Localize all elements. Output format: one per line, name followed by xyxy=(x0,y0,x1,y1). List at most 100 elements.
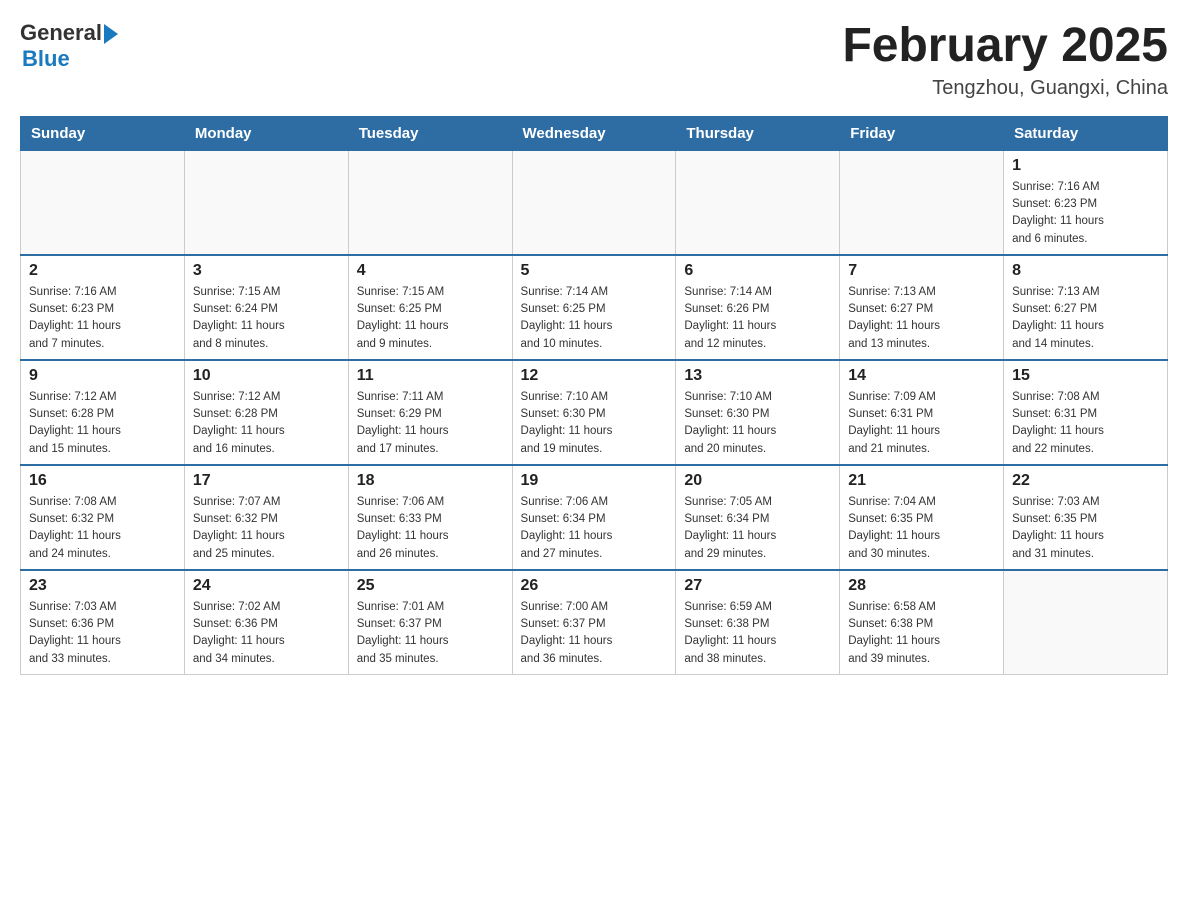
day-number: 3 xyxy=(193,262,340,280)
calendar-day-cell: 18 Sunrise: 7:06 AMSunset: 6:33 PMDayligh… xyxy=(348,465,512,570)
day-number: 20 xyxy=(684,472,831,490)
day-info: Sunrise: 7:16 AMSunset: 6:23 PMDaylight:… xyxy=(29,284,176,353)
calendar-day-cell: 25 Sunrise: 7:01 AMSunset: 6:37 PMDayligh… xyxy=(348,570,512,675)
calendar-day-cell: 28Sunrise: 6:58 AMSunset: 6:38 PMDayligh… xyxy=(840,570,1004,675)
calendar-day-cell: 21 Sunrise: 7:04 AMSunset: 6:35 PMDayligh… xyxy=(840,465,1004,570)
day-info: Sunrise: 7:01 AMSunset: 6:37 PMDaylight:… xyxy=(357,599,504,668)
calendar-week-row: 16Sunrise: 7:08 AMSunset: 6:32 PMDayligh… xyxy=(21,465,1168,570)
calendar-day-cell: 10 Sunrise: 7:12 AMSunset: 6:28 PMDayligh… xyxy=(184,360,348,465)
day-number: 4 xyxy=(357,262,504,280)
day-number: 25 xyxy=(357,577,504,595)
calendar-day-cell: 3 Sunrise: 7:15 AMSunset: 6:24 PMDaylight… xyxy=(184,255,348,360)
day-info: Sunrise: 7:08 AMSunset: 6:31 PMDaylight:… xyxy=(1012,389,1159,458)
logo-general-text: General xyxy=(20,20,102,46)
calendar-day-cell: 24 Sunrise: 7:02 AMSunset: 6:36 PMDayligh… xyxy=(184,570,348,675)
calendar-week-row: 23 Sunrise: 7:03 AMSunset: 6:36 PMDayligh… xyxy=(21,570,1168,675)
day-info: Sunrise: 7:04 AMSunset: 6:35 PMDaylight:… xyxy=(848,494,995,563)
calendar-day-cell xyxy=(1004,570,1168,675)
calendar-day-cell xyxy=(348,150,512,255)
day-info: Sunrise: 7:09 AMSunset: 6:31 PMDaylight:… xyxy=(848,389,995,458)
day-info: Sunrise: 7:13 AMSunset: 6:27 PMDaylight:… xyxy=(848,284,995,353)
day-info: Sunrise: 7:03 AMSunset: 6:36 PMDaylight:… xyxy=(29,599,176,668)
calendar-day-cell: 5 Sunrise: 7:14 AMSunset: 6:25 PMDaylight… xyxy=(512,255,676,360)
calendar-day-cell: 17Sunrise: 7:07 AMSunset: 6:32 PMDayligh… xyxy=(184,465,348,570)
calendar-day-cell: 19 Sunrise: 7:06 AMSunset: 6:34 PMDayligh… xyxy=(512,465,676,570)
calendar-day-cell: 4Sunrise: 7:15 AMSunset: 6:25 PMDaylight… xyxy=(348,255,512,360)
day-number: 7 xyxy=(848,262,995,280)
day-info: Sunrise: 7:14 AMSunset: 6:26 PMDaylight:… xyxy=(684,284,831,353)
weekday-header-sunday: Sunday xyxy=(21,116,185,150)
calendar-day-cell: 1 Sunrise: 7:16 AMSunset: 6:23 PMDaylight… xyxy=(1004,150,1168,255)
weekday-header-friday: Friday xyxy=(840,116,1004,150)
calendar-day-cell: 20 Sunrise: 7:05 AMSunset: 6:34 PMDayligh… xyxy=(676,465,840,570)
page-subtitle: Tengzhou, Guangxi, China xyxy=(842,77,1168,100)
calendar-day-cell: 13 Sunrise: 7:10 AMSunset: 6:30 PMDayligh… xyxy=(676,360,840,465)
day-info: Sunrise: 7:12 AMSunset: 6:28 PMDaylight:… xyxy=(193,389,340,458)
day-number: 9 xyxy=(29,367,176,385)
weekday-header-thursday: Thursday xyxy=(676,116,840,150)
day-info: Sunrise: 7:00 AMSunset: 6:37 PMDaylight:… xyxy=(521,599,668,668)
day-info: Sunrise: 7:10 AMSunset: 6:30 PMDaylight:… xyxy=(684,389,831,458)
calendar-day-cell: 9 Sunrise: 7:12 AMSunset: 6:28 PMDaylight… xyxy=(21,360,185,465)
weekday-header-saturday: Saturday xyxy=(1004,116,1168,150)
day-number: 26 xyxy=(521,577,668,595)
day-number: 10 xyxy=(193,367,340,385)
day-info: Sunrise: 7:14 AMSunset: 6:25 PMDaylight:… xyxy=(521,284,668,353)
day-info: Sunrise: 7:02 AMSunset: 6:36 PMDaylight:… xyxy=(193,599,340,668)
weekday-header-tuesday: Tuesday xyxy=(348,116,512,150)
logo-blue-text: Blue xyxy=(22,46,70,72)
day-info: Sunrise: 7:13 AMSunset: 6:27 PMDaylight:… xyxy=(1012,284,1159,353)
day-info: Sunrise: 7:06 AMSunset: 6:33 PMDaylight:… xyxy=(357,494,504,563)
day-number: 19 xyxy=(521,472,668,490)
day-info: Sunrise: 7:10 AMSunset: 6:30 PMDaylight:… xyxy=(521,389,668,458)
day-number: 6 xyxy=(684,262,831,280)
calendar-day-cell: 27 Sunrise: 6:59 AMSunset: 6:38 PMDayligh… xyxy=(676,570,840,675)
calendar-day-cell xyxy=(512,150,676,255)
day-number: 11 xyxy=(357,367,504,385)
calendar-week-row: 2 Sunrise: 7:16 AMSunset: 6:23 PMDaylight… xyxy=(21,255,1168,360)
day-number: 15 xyxy=(1012,367,1159,385)
day-number: 2 xyxy=(29,262,176,280)
day-number: 27 xyxy=(684,577,831,595)
day-info: Sunrise: 7:15 AMSunset: 6:24 PMDaylight:… xyxy=(193,284,340,353)
day-info: Sunrise: 7:16 AMSunset: 6:23 PMDaylight:… xyxy=(1012,179,1159,248)
day-info: Sunrise: 7:03 AMSunset: 6:35 PMDaylight:… xyxy=(1012,494,1159,563)
calendar-week-row: 9 Sunrise: 7:12 AMSunset: 6:28 PMDaylight… xyxy=(21,360,1168,465)
calendar-table: SundayMondayTuesdayWednesdayThursdayFrid… xyxy=(20,116,1168,675)
day-number: 1 xyxy=(1012,157,1159,175)
day-number: 16 xyxy=(29,472,176,490)
calendar-day-cell: 16Sunrise: 7:08 AMSunset: 6:32 PMDayligh… xyxy=(21,465,185,570)
calendar-day-cell xyxy=(21,150,185,255)
calendar-day-cell: 12 Sunrise: 7:10 AMSunset: 6:30 PMDayligh… xyxy=(512,360,676,465)
page-title: February 2025 xyxy=(842,20,1168,73)
day-info: Sunrise: 7:12 AMSunset: 6:28 PMDaylight:… xyxy=(29,389,176,458)
calendar-day-cell xyxy=(184,150,348,255)
calendar-day-cell: 8 Sunrise: 7:13 AMSunset: 6:27 PMDaylight… xyxy=(1004,255,1168,360)
page-header: General Blue February 2025 Tengzhou, Gua… xyxy=(20,20,1168,100)
day-info: Sunrise: 7:06 AMSunset: 6:34 PMDaylight:… xyxy=(521,494,668,563)
calendar-day-cell: 15 Sunrise: 7:08 AMSunset: 6:31 PMDayligh… xyxy=(1004,360,1168,465)
calendar-week-row: 1 Sunrise: 7:16 AMSunset: 6:23 PMDaylight… xyxy=(21,150,1168,255)
day-number: 24 xyxy=(193,577,340,595)
day-number: 23 xyxy=(29,577,176,595)
day-number: 5 xyxy=(521,262,668,280)
day-number: 14 xyxy=(848,367,995,385)
day-number: 18 xyxy=(357,472,504,490)
day-number: 13 xyxy=(684,367,831,385)
day-info: Sunrise: 7:11 AMSunset: 6:29 PMDaylight:… xyxy=(357,389,504,458)
day-number: 12 xyxy=(521,367,668,385)
day-info: Sunrise: 7:07 AMSunset: 6:32 PMDaylight:… xyxy=(193,494,340,563)
calendar-day-cell: 26 Sunrise: 7:00 AMSunset: 6:37 PMDayligh… xyxy=(512,570,676,675)
calendar-day-cell: 14 Sunrise: 7:09 AMSunset: 6:31 PMDayligh… xyxy=(840,360,1004,465)
day-info: Sunrise: 6:59 AMSunset: 6:38 PMDaylight:… xyxy=(684,599,831,668)
day-number: 8 xyxy=(1012,262,1159,280)
logo: General Blue xyxy=(20,20,118,72)
title-block: February 2025 Tengzhou, Guangxi, China xyxy=(842,20,1168,100)
day-info: Sunrise: 7:05 AMSunset: 6:34 PMDaylight:… xyxy=(684,494,831,563)
weekday-header-wednesday: Wednesday xyxy=(512,116,676,150)
calendar-day-cell: 7 Sunrise: 7:13 AMSunset: 6:27 PMDaylight… xyxy=(840,255,1004,360)
weekday-header-monday: Monday xyxy=(184,116,348,150)
day-number: 28 xyxy=(848,577,995,595)
calendar-day-cell xyxy=(676,150,840,255)
day-number: 21 xyxy=(848,472,995,490)
